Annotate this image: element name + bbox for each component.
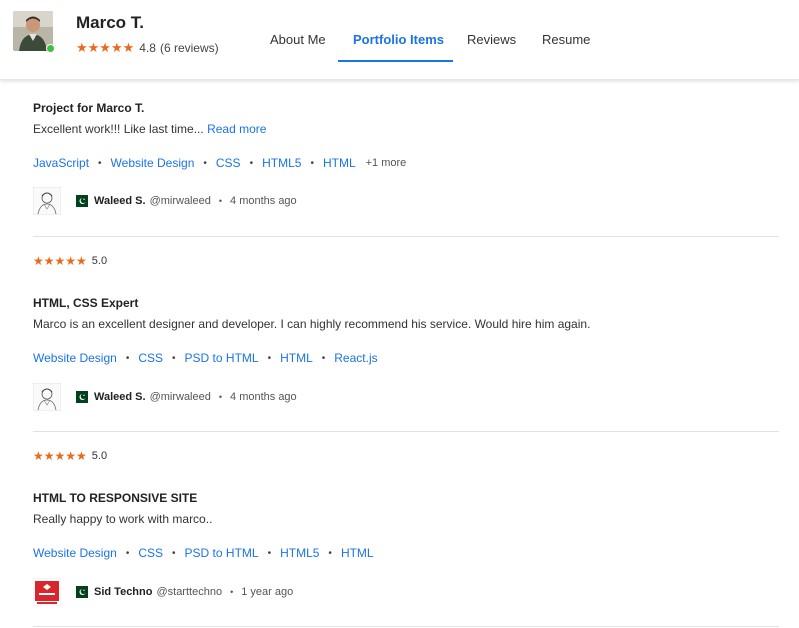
tag-separator: •: [249, 157, 254, 169]
author-name[interactable]: Waleed S.: [94, 391, 146, 403]
skill-tag[interactable]: HTML: [341, 546, 374, 560]
skill-tags: Website Design • CSS • PSD to HTML • HTM…: [33, 546, 779, 560]
skill-tags: Website Design • CSS • PSD to HTML • HTM…: [33, 351, 779, 365]
skill-tag[interactable]: Website Design: [33, 351, 117, 365]
skill-tag[interactable]: HTML5: [280, 546, 319, 560]
review-time: 4 months ago: [230, 391, 297, 403]
author-handle: @starttechno: [156, 586, 223, 598]
star-rating-icon: ★★★★★: [76, 40, 135, 55]
tag-separator: •: [328, 547, 332, 559]
review-text: Excellent work!!! Like last time... Read…: [33, 122, 779, 136]
pakistan-flag-icon: [72, 391, 88, 403]
divider: [33, 431, 779, 432]
author-name[interactable]: Waleed S.: [94, 195, 146, 207]
profile-name: Marco T.: [76, 13, 145, 32]
tag-separator: •: [203, 157, 207, 169]
star-rating-icon: ★★★★★: [33, 449, 87, 463]
skill-tag[interactable]: HTML5: [262, 156, 301, 170]
tag-separator: •: [172, 547, 176, 559]
more-tags-link[interactable]: +1 more: [366, 157, 407, 169]
divider: [33, 626, 779, 627]
review-text: Really happy to work with marco..: [33, 512, 213, 526]
review-text: Marco is an excellent designer and devel…: [33, 317, 591, 331]
pakistan-flag-icon: [72, 195, 88, 207]
tag-separator: •: [98, 157, 102, 169]
online-status-dot: [46, 44, 55, 53]
read-more-link[interactable]: Read more: [207, 122, 266, 136]
tag-separator: •: [172, 352, 176, 364]
skill-tag[interactable]: React.js: [334, 351, 377, 365]
tag-separator: •: [321, 352, 326, 364]
author-handle: @mirwaleed: [149, 195, 211, 207]
sketch-portrait-icon[interactable]: [33, 187, 61, 215]
profile-header: Marco T. ★★★★★ 4.8 (6 reviews) About Me …: [0, 0, 799, 80]
author-handle: @mirwaleed: [149, 391, 211, 403]
review-time: 1 year ago: [241, 586, 294, 598]
author-name[interactable]: Sid Techno: [94, 586, 152, 598]
review-author: Waleed S. @mirwaleed • 4 months ago: [33, 383, 779, 411]
skill-tag[interactable]: PSD to HTML: [185, 351, 259, 365]
review-time: 4 months ago: [230, 195, 297, 207]
rating-value: 5.0: [91, 450, 108, 462]
active-tab-indicator: [338, 60, 453, 62]
pakistan-flag-icon: [72, 586, 88, 598]
review-rating: ★★★★★ 5.0: [33, 449, 779, 463]
review-author: Waleed S. @mirwaleed • 4 months ago: [33, 187, 779, 215]
star-rating-icon: ★★★★★: [33, 254, 87, 268]
divider: [33, 236, 779, 237]
skill-tag[interactable]: HTML: [280, 351, 313, 365]
review-item: ★★★★★ 5.0 HTML, CSS Expert Marco is an e…: [33, 254, 779, 411]
tab-resume[interactable]: Resume: [542, 32, 590, 47]
tab-about-me[interactable]: About Me: [270, 32, 326, 47]
review-title: HTML TO RESPONSIVE SITE: [33, 491, 198, 505]
sketch-portrait-icon[interactable]: [33, 383, 61, 411]
skill-tag[interactable]: Website Design: [111, 156, 195, 170]
rating-value: 4.8: [139, 41, 156, 55]
profile-rating: ★★★★★ 4.8 (6 reviews): [76, 40, 219, 56]
tag-separator: •: [267, 352, 272, 364]
skill-tag[interactable]: CSS: [216, 156, 241, 170]
separator-dot: •: [218, 392, 223, 402]
review-body: Excellent work!!! Like last time...: [33, 122, 208, 136]
rating-value: 5.0: [91, 255, 108, 267]
skill-tag[interactable]: Website Design: [33, 546, 117, 560]
skill-tag[interactable]: JavaScript: [33, 156, 89, 170]
tag-separator: •: [267, 547, 272, 559]
review-title: HTML, CSS Expert: [33, 296, 139, 310]
separator-dot: •: [230, 587, 234, 597]
tab-reviews[interactable]: Reviews: [467, 32, 516, 47]
skill-tags: JavaScript • Website Design • CSS • HTML…: [33, 156, 779, 170]
tag-separator: •: [125, 352, 130, 364]
skill-tag[interactable]: HTML: [323, 156, 356, 170]
tag-separator: •: [125, 547, 130, 559]
skill-tag[interactable]: PSD to HTML: [185, 546, 259, 560]
review-rating: ★★★★★ 5.0: [33, 254, 779, 268]
separator-dot: •: [218, 196, 223, 206]
skill-tag[interactable]: CSS: [138, 351, 163, 365]
review-title: Project for Marco T.: [33, 101, 145, 115]
tab-portfolio-items[interactable]: Portfolio Items: [353, 32, 444, 47]
review-count: (6 reviews): [159, 41, 219, 55]
sid-techno-logo-icon[interactable]: [33, 578, 61, 606]
review-author: Sid Techno @starttechno • 1 year ago: [33, 578, 779, 606]
review-item: ★★★★★ 5.0 HTML TO RESPONSIVE SITE Really…: [33, 449, 779, 606]
review-item: Project for Marco T. Excellent work!!! L…: [33, 101, 779, 215]
skill-tag[interactable]: CSS: [138, 546, 163, 560]
tag-separator: •: [310, 157, 314, 169]
